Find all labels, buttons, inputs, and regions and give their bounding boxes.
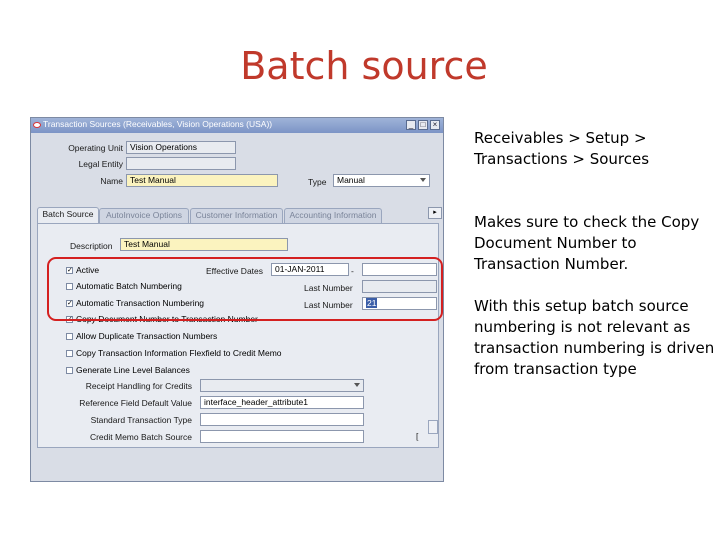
reference-field-label: Reference Field Default Value <box>79 398 192 408</box>
minimize-button[interactable]: _ <box>406 120 416 130</box>
standard-transaction-type-field[interactable] <box>200 413 364 426</box>
operating-unit-label: Operating Unit <box>68 143 123 153</box>
reference-field-input[interactable]: interface_header_attribute1 <box>200 396 364 409</box>
slide-title: Batch source <box>240 44 488 88</box>
slide-notes: Receivables > Setup > Transactions > Sou… <box>474 128 724 401</box>
name-label: Name <box>100 176 123 186</box>
window-titlebar[interactable]: Transaction Sources (Receivables, Vision… <box>31 118 443 133</box>
credit-memo-batch-source-field[interactable] <box>200 430 364 443</box>
copy-flexfield-checkbox[interactable] <box>66 350 73 357</box>
type-label: Type <box>308 177 327 187</box>
descriptive-flexfield-bracket: [ <box>416 431 419 441</box>
allow-duplicate-checkbox[interactable] <box>66 333 73 340</box>
oracle-icon <box>33 122 41 128</box>
credit-memo-batch-source-label: Credit Memo Batch Source <box>89 432 192 442</box>
notes-navigation-path: Receivables > Setup > Transactions > Sou… <box>474 129 650 168</box>
descriptive-flexfield-box[interactable] <box>428 420 438 434</box>
receipt-handling-label: Receipt Handling for Credits <box>85 381 192 391</box>
notes-explanation: With this setup batch source numbering i… <box>474 297 715 378</box>
tab-autoinvoice-options[interactable]: AutoInvoice Options <box>99 208 189 223</box>
notes-instruction: Makes sure to check the Copy Document Nu… <box>474 213 700 273</box>
window-title: Transaction Sources (Receivables, Vision… <box>43 119 273 129</box>
maximize-button[interactable]: □ <box>418 120 428 130</box>
description-field[interactable]: Test Manual <box>120 238 288 251</box>
chevron-down-icon <box>420 178 426 182</box>
type-select[interactable]: Manual <box>333 174 430 187</box>
generate-line-balances-checkbox[interactable] <box>66 367 73 374</box>
standard-transaction-type-label: Standard Transaction Type <box>90 415 192 425</box>
chevron-down-icon <box>354 383 360 387</box>
description-label: Description <box>70 241 113 251</box>
tab-scroll-right-button[interactable]: ▸ <box>428 207 442 219</box>
tab-customer-information[interactable]: Customer Information <box>190 208 283 223</box>
copy-flexfield-label: Copy Transaction Information Flexfield t… <box>76 348 282 358</box>
legal-entity-label: Legal Entity <box>78 159 123 169</box>
tab-accounting-information[interactable]: Accounting Information <box>284 208 382 223</box>
receipt-handling-select[interactable] <box>200 379 364 392</box>
tab-batch-source[interactable]: Batch Source <box>37 207 99 224</box>
generate-line-balances-label: Generate Line Level Balances <box>76 365 190 375</box>
name-field[interactable]: Test Manual <box>126 174 278 187</box>
close-button[interactable]: × <box>430 120 440 130</box>
type-value: Manual <box>337 175 365 185</box>
tab-bar: Batch Source AutoInvoice Options Custome… <box>37 207 407 224</box>
legal-entity-field[interactable] <box>126 157 236 170</box>
allow-duplicate-label: Allow Duplicate Transaction Numbers <box>76 331 218 341</box>
operating-unit-field[interactable]: Vision Operations <box>126 141 236 154</box>
highlight-annotation <box>47 257 443 321</box>
